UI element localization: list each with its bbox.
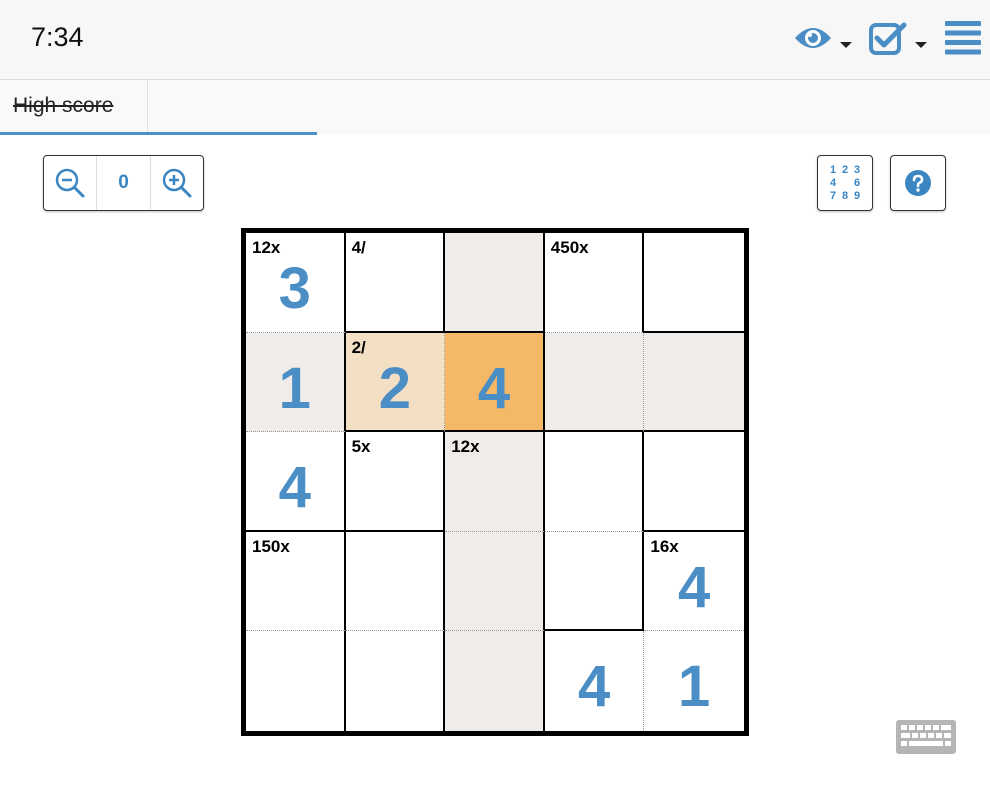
cage-label: 5x <box>351 437 371 457</box>
zoom-in-button[interactable] <box>151 156 203 210</box>
cell-value: 1 <box>678 654 711 720</box>
grid-cell[interactable]: 150x <box>246 531 346 632</box>
grid-cell[interactable]: 1 <box>246 332 346 433</box>
cell-value: 3 <box>278 256 311 321</box>
cage-label: 12x <box>451 437 480 457</box>
grid-cell[interactable] <box>644 332 744 433</box>
grid-cell[interactable] <box>445 233 545 333</box>
grid-cell[interactable]: 4 <box>246 432 346 532</box>
grid-cell[interactable] <box>445 531 545 632</box>
cell-value: 4 <box>278 455 311 521</box>
grid-cell[interactable]: 5x <box>345 432 446 532</box>
grid-cell[interactable]: 4/ <box>345 233 446 333</box>
cell-value: 4 <box>477 355 511 421</box>
grid-cell[interactable]: 16x 4 <box>644 532 744 632</box>
grid-cell[interactable] <box>345 531 446 632</box>
grid-cell[interactable]: 4 <box>545 631 645 731</box>
number-pad-button[interactable]: 1 2 3 4 6 7 8 9 <box>817 155 873 211</box>
grid-cell[interactable] <box>644 233 744 333</box>
zoom-in-icon <box>162 168 192 198</box>
grid-cell[interactable] <box>544 332 645 433</box>
zoom-out-icon <box>55 168 85 198</box>
grid-cell[interactable] <box>644 432 744 532</box>
grid-cell[interactable]: 12x <box>445 432 545 532</box>
menu-icon[interactable] <box>945 21 981 60</box>
cell-value: 1 <box>278 355 311 421</box>
grid-cell[interactable]: 450x <box>544 233 645 333</box>
cage-label: 150x <box>252 536 290 556</box>
tab-indicator <box>0 132 317 135</box>
grid-cell[interactable]: 1 <box>644 631 744 731</box>
puzzle-grid: 12x 3 4/450x 1 2/2 4 4 5x 12x 150x 16x 4 4 1 <box>241 228 749 736</box>
eye-dropdown-caret-icon[interactable] <box>840 42 852 48</box>
cell-value: 2 <box>378 355 412 421</box>
number-pad-icon: 1 2 3 4 6 7 8 9 <box>829 163 861 202</box>
grid-cell[interactable]: 12x 3 <box>246 233 346 333</box>
grid-cell[interactable]: 2/2 <box>345 332 446 433</box>
cage-label: 450x <box>550 238 589 257</box>
cage-label: 4/ <box>351 238 366 257</box>
tabs-bar: High score <box>0 80 990 134</box>
check-dropdown-caret-icon[interactable] <box>915 42 927 48</box>
grid-cell[interactable] <box>246 631 346 731</box>
help-button[interactable] <box>890 155 946 211</box>
grid-cell[interactable] <box>544 531 645 632</box>
zoom-level: 0 <box>96 156 151 210</box>
timer: 7:34 <box>31 22 84 52</box>
grid-cell[interactable] <box>544 432 645 532</box>
tab-high-score[interactable]: High score <box>0 80 148 132</box>
help-icon <box>905 170 931 196</box>
check-square-icon[interactable] <box>868 20 908 61</box>
cell-value: 4 <box>577 654 611 720</box>
grid-cell[interactable] <box>346 631 446 731</box>
zoom-control: 0 <box>43 155 204 211</box>
top-bar: 7:34 <box>0 0 990 80</box>
grid-cell[interactable]: 4 <box>445 332 545 433</box>
eye-icon[interactable] <box>793 24 833 57</box>
grid-cell[interactable] <box>445 631 545 731</box>
zoom-out-button[interactable] <box>44 156 96 210</box>
cell-value: 4 <box>678 554 711 620</box>
keyboard-icon[interactable] <box>896 720 956 759</box>
